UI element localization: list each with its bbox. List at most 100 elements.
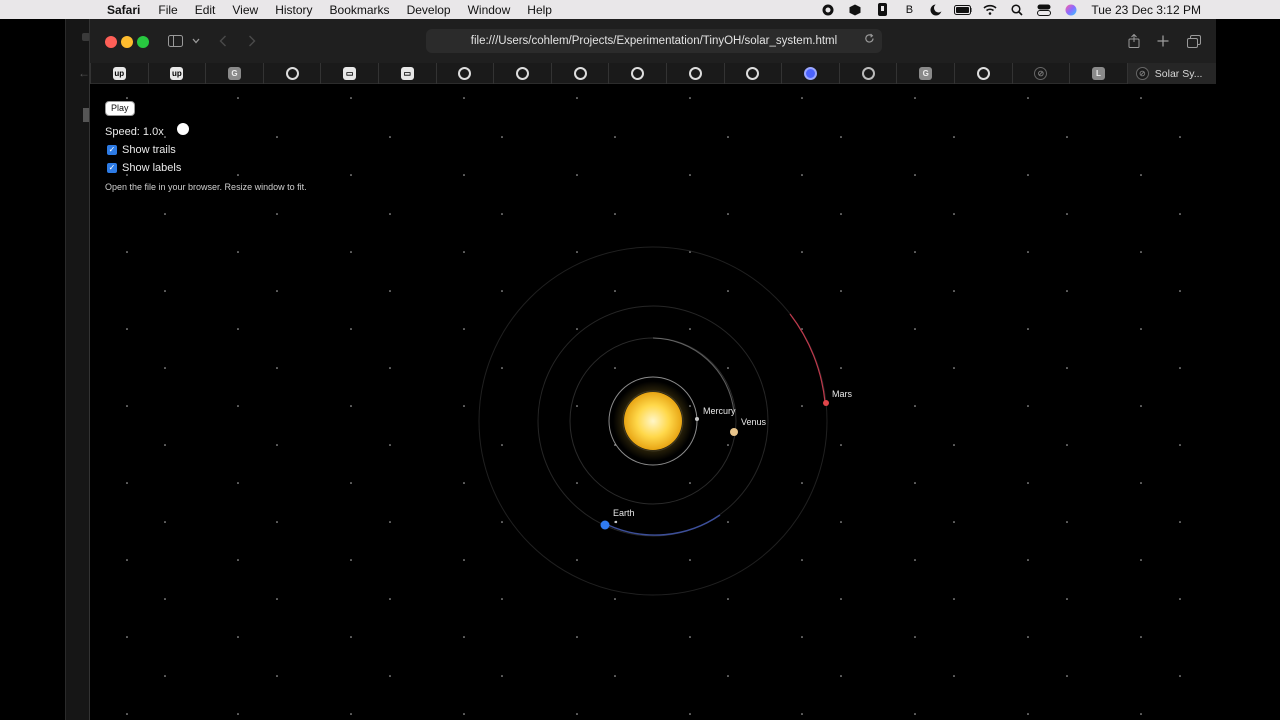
star [1140,405,1142,407]
star [164,521,166,523]
speed-slider-knob[interactable] [176,123,189,135]
star [801,174,803,176]
star [840,675,842,677]
star [1066,598,1068,600]
show-labels-checkbox[interactable]: ✓ [107,163,117,173]
menu-help[interactable]: Help [527,3,552,17]
show-labels-row[interactable]: ✓ Show labels [105,162,307,174]
github-icon [573,67,587,80]
browser-tab[interactable]: up [90,63,148,84]
show-trails-checkbox[interactable]: ✓ [107,145,117,155]
star [914,251,916,253]
earth-planet [600,520,610,530]
chevron-down-icon[interactable] [191,32,201,50]
star [389,675,391,677]
show-trails-label[interactable]: Show trails [122,144,176,156]
star [237,559,239,561]
star [953,675,955,677]
star [1027,559,1029,561]
browser-tab[interactable]: ⊘ [1011,63,1070,84]
star [350,482,352,484]
cube-icon[interactable] [846,3,864,16]
tab-solar-system[interactable]: ⊘ Solar Sy... [1126,63,1216,84]
moon-icon[interactable] [927,3,945,16]
keyboard-icon[interactable] [873,3,891,16]
menu-file[interactable]: File [158,3,177,17]
star [801,636,803,638]
address-bar[interactable]: file:///Users/cohlem/Projects/Experiment… [426,29,882,53]
browser-tab[interactable] [781,63,839,84]
browser-tab[interactable] [493,63,551,84]
star [953,367,955,369]
browser-tab[interactable] [723,63,782,84]
menu-history[interactable]: History [275,3,312,17]
star [840,136,842,138]
browser-tab[interactable]: G [205,63,263,84]
b-menu-icon[interactable]: B [900,3,918,16]
minimize-window-button[interactable] [121,36,133,48]
star [1027,713,1029,715]
record-icon[interactable] [819,3,837,16]
menu-view[interactable]: View [232,3,258,17]
star [914,713,916,715]
desktop-right [1215,19,1280,720]
back-arrow-icon[interactable] [216,32,230,50]
forward-arrow-icon[interactable] [245,32,259,50]
star [914,559,916,561]
star [953,444,955,446]
star [237,482,239,484]
star [914,328,916,330]
star [727,444,729,446]
zoom-window-button[interactable] [137,36,149,48]
star [350,405,352,407]
play-button[interactable]: Play [105,101,135,116]
siri-icon[interactable] [1062,3,1080,16]
show-trails-row[interactable]: ✓ Show trails [105,144,307,156]
browser-tab[interactable] [838,63,897,84]
browser-tab[interactable] [262,63,321,84]
browser-tab[interactable]: ▭ [320,63,378,84]
new-tab-icon[interactable] [1156,32,1170,50]
browser-tab[interactable] [608,63,666,84]
browser-tab[interactable]: L [1069,63,1127,84]
github-icon [458,67,472,80]
wifi-icon[interactable] [981,3,999,16]
browser-tab[interactable] [954,63,1012,84]
star [914,97,916,99]
search-icon[interactable] [1008,3,1026,16]
browser-tab[interactable]: G [896,63,954,84]
moon [614,520,618,524]
browser-tab[interactable] [666,63,724,84]
menu-develop[interactable]: Develop [407,3,451,17]
battery-icon[interactable] [954,3,973,16]
menubar-clock[interactable]: Tue 23 Dec 3:12 PM [1091,3,1201,17]
star [1140,636,1142,638]
github-icon [976,67,990,80]
star [1027,174,1029,176]
browser-tab[interactable]: ▭ [378,63,436,84]
menu-bookmarks[interactable]: Bookmarks [330,3,390,17]
star [389,290,391,292]
browser-tab[interactable] [435,63,494,84]
reload-icon[interactable] [864,33,875,47]
share-icon[interactable] [1127,32,1141,50]
menu-window[interactable]: Window [468,3,511,17]
star [689,97,691,99]
close-window-button[interactable] [105,36,117,48]
menu-app-name[interactable]: Safari [107,3,140,17]
control-center-icon[interactable] [1035,3,1053,16]
star [463,636,465,638]
star [1027,636,1029,638]
star [501,367,503,369]
tab-overview-icon[interactable] [1186,32,1202,50]
menu-edit[interactable]: Edit [195,3,216,17]
star [1027,97,1029,99]
browser-tab[interactable] [550,63,609,84]
star [350,97,352,99]
star [914,174,916,176]
desktop-left [0,19,65,720]
sidebar-toggle-icon[interactable] [167,32,183,50]
browser-tab[interactable]: up [147,63,206,84]
star [463,482,465,484]
show-labels-label[interactable]: Show labels [122,162,181,174]
